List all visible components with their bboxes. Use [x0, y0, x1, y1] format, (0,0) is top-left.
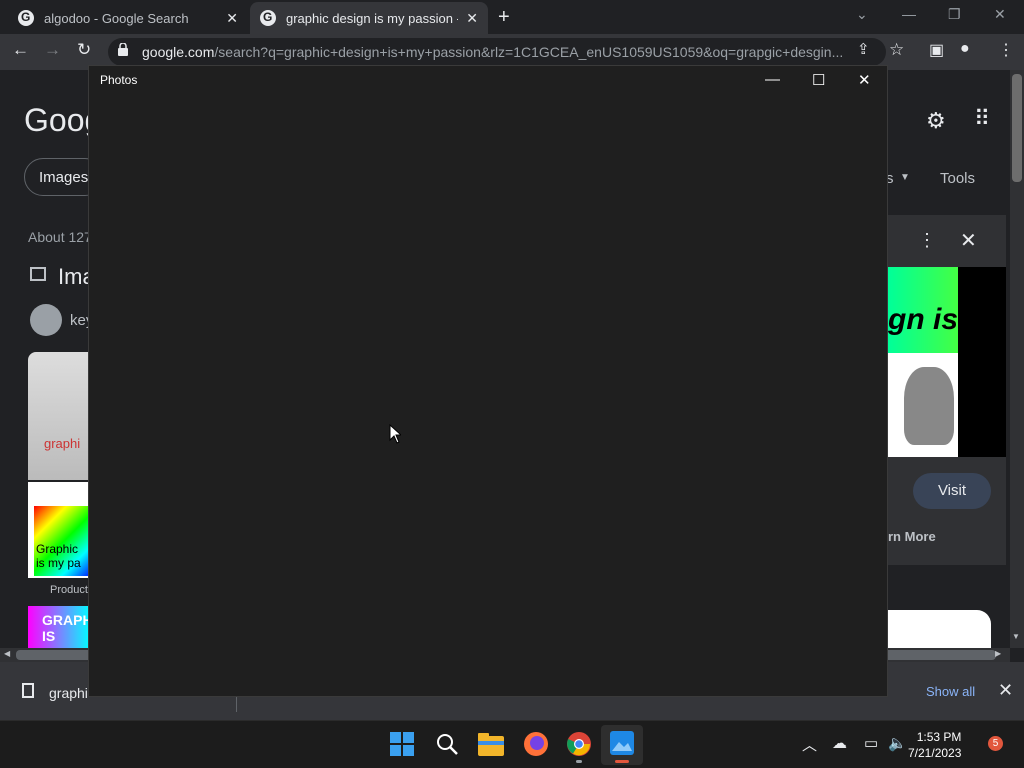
- tab-search-chevron-icon[interactable]: ⌄: [856, 6, 868, 23]
- tab-algodoo[interactable]: algodoo - Google Search ✕: [8, 2, 248, 34]
- file-icon: [22, 683, 34, 698]
- url-text: google.com/search?q=graphic+design+is+my…: [142, 44, 842, 60]
- photos-maximize-icon[interactable]: ☐: [812, 71, 825, 89]
- image-result-text: GRAPH IS: [42, 612, 90, 644]
- preview-text: gn is: [888, 303, 958, 336]
- download-file-name[interactable]: graphi: [49, 685, 88, 701]
- lock-icon: [118, 43, 128, 56]
- tools-button[interactable]: Tools: [940, 170, 975, 187]
- tab-close-icon[interactable]: ✕: [226, 10, 238, 27]
- chrome-icon[interactable]: [566, 731, 592, 757]
- share-icon[interactable]: ⇪: [857, 40, 870, 58]
- firefox-icon[interactable]: [523, 731, 549, 757]
- scroll-left-arrow-icon[interactable]: ◀: [4, 649, 10, 658]
- gear-icon[interactable]: ⚙: [926, 108, 946, 134]
- forward-arrow-icon[interactable]: →: [44, 40, 61, 60]
- close-icon[interactable]: ✕: [960, 228, 977, 253]
- image-icon: [30, 267, 46, 281]
- notification-badge[interactable]: 5: [988, 736, 1003, 751]
- clock-time: 1:53 PM: [916, 730, 962, 744]
- browser-restore-icon[interactable]: ❐: [948, 6, 961, 23]
- network-icon[interactable]: ▭: [864, 734, 878, 752]
- learn-more-link[interactable]: rn More: [888, 529, 936, 544]
- search-icon[interactable]: [435, 732, 459, 756]
- vertical-scroll-thumb[interactable]: [1012, 74, 1022, 182]
- reload-icon[interactable]: ↻: [77, 40, 91, 60]
- clock-date: 7/21/2023: [908, 746, 962, 760]
- result-card: [888, 610, 991, 650]
- tab-label: graphic design is my passion - G: [286, 10, 459, 26]
- tab-label: algodoo - Google Search: [44, 10, 189, 26]
- url-domain: google.com: [142, 44, 215, 60]
- preview-image[interactable]: gn is: [888, 267, 958, 457]
- preview-background: [958, 267, 1006, 457]
- new-tab-button[interactable]: +: [498, 6, 510, 29]
- taskbar-clock[interactable]: 1:53 PM 7/21/2023: [908, 729, 961, 761]
- chrome-menu-icon[interactable]: ⋮: [998, 40, 1014, 60]
- related-search-chip[interactable]: key: [28, 304, 93, 336]
- show-hidden-icons-chevron-icon[interactable]: ︿: [802, 734, 817, 755]
- running-indicator: [576, 760, 582, 763]
- tab-close-icon[interactable]: ✕: [466, 10, 478, 27]
- more-options-icon[interactable]: ⋮: [918, 230, 936, 251]
- active-indicator: [615, 760, 629, 763]
- profile-icon[interactable]: ●: [960, 40, 970, 58]
- onedrive-cloud-icon[interactable]: ☁: [832, 734, 847, 752]
- volume-icon[interactable]: 🔈: [888, 734, 907, 752]
- image-result-text: graphi: [44, 436, 81, 451]
- google-favicon-icon: [18, 10, 34, 26]
- photos-window: [88, 65, 888, 697]
- image-result-text: Graphic is my pa: [36, 542, 81, 570]
- show-all-downloads-button[interactable]: Show all: [926, 684, 975, 699]
- photos-app-icon[interactable]: [610, 731, 634, 755]
- browser-minimize-icon[interactable]: —: [902, 6, 916, 22]
- browser-close-icon[interactable]: ✕: [994, 6, 1006, 23]
- image-result[interactable]: graphi: [28, 352, 90, 480]
- tab-graphic-design[interactable]: graphic design is my passion - G ✕: [250, 2, 488, 34]
- mouse-cursor-icon: [389, 424, 401, 444]
- apps-grid-icon[interactable]: ⠿: [974, 106, 990, 132]
- results-count: About 127: [28, 229, 92, 245]
- url-path: /search?q=graphic+design+is+my+passion&r…: [214, 44, 842, 60]
- close-download-bar-icon[interactable]: ✕: [998, 680, 1013, 701]
- google-favicon-icon: [260, 10, 276, 26]
- scroll-down-arrow-icon[interactable]: ▼: [1012, 632, 1020, 641]
- cat-illustration: [904, 367, 954, 445]
- windows-start-icon[interactable]: [390, 732, 414, 756]
- bookmark-star-icon[interactable]: ☆: [889, 40, 904, 60]
- scroll-right-arrow-icon[interactable]: ▶: [995, 649, 1001, 658]
- visit-button[interactable]: Visit: [913, 473, 991, 509]
- photos-window-title: Photos: [100, 73, 138, 87]
- back-arrow-icon[interactable]: ←: [12, 40, 29, 60]
- image-result[interactable]: GRAPH IS: [28, 606, 90, 648]
- file-explorer-icon[interactable]: [478, 732, 504, 756]
- product-label: Product: [50, 584, 88, 596]
- photos-close-icon[interactable]: ✕: [858, 71, 871, 89]
- image-result[interactable]: Graphic is my pa: [28, 482, 90, 578]
- dropdown-arrow-icon[interactable]: ▼: [900, 172, 910, 183]
- side-panel-icon[interactable]: ▣: [929, 40, 944, 60]
- photos-minimize-icon[interactable]: —: [765, 71, 780, 88]
